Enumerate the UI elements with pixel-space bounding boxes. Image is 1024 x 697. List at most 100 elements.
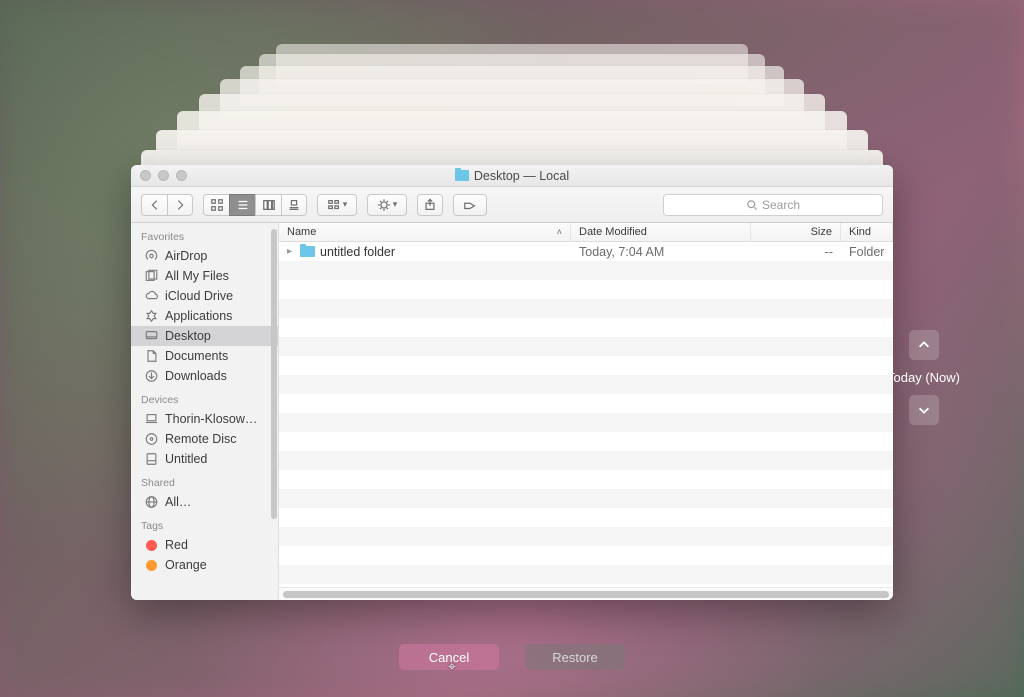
sidebar: Favorites AirDrop All My Files iCloud Drive… bbox=[131, 223, 279, 600]
sidebar-item-untitled[interactable]: Untitled bbox=[131, 449, 278, 469]
sidebar-item-downloads[interactable]: Downloads bbox=[131, 366, 278, 386]
sidebar-item-label: Documents bbox=[165, 349, 228, 363]
sidebar-item-red[interactable]: Red bbox=[131, 535, 278, 555]
sidebar-heading: Devices bbox=[131, 386, 278, 409]
sidebar-item-airdrop[interactable]: AirDrop bbox=[131, 246, 278, 266]
table-row bbox=[279, 261, 893, 280]
action-group: ▾ bbox=[367, 194, 407, 216]
arrange-group: ▾ bbox=[317, 194, 357, 216]
table-row bbox=[279, 318, 893, 337]
sidebar-item-icloud-drive[interactable]: iCloud Drive bbox=[131, 286, 278, 306]
sidebar-item-documents[interactable]: Documents bbox=[131, 346, 278, 366]
column-view-button[interactable] bbox=[255, 194, 281, 216]
table-row bbox=[279, 356, 893, 375]
sidebar-item-thorin-klosow-[interactable]: Thorin-Klosow… bbox=[131, 409, 278, 429]
coverflow-view-button[interactable] bbox=[281, 194, 307, 216]
file-size: -- bbox=[751, 245, 841, 259]
tags-button[interactable] bbox=[453, 194, 487, 216]
airdrop-icon bbox=[143, 249, 159, 263]
nav-buttons bbox=[141, 194, 193, 216]
col-kind[interactable]: Kind bbox=[841, 223, 893, 241]
sidebar-item-applications[interactable]: Applications bbox=[131, 306, 278, 326]
cloud-icon bbox=[143, 289, 159, 303]
restore-button[interactable]: Restore bbox=[525, 644, 625, 670]
documents-icon bbox=[143, 349, 159, 363]
disc-icon bbox=[143, 432, 159, 446]
file-name: untitled folder bbox=[320, 245, 395, 259]
table-row bbox=[279, 508, 893, 527]
window-title: Desktop — Local bbox=[474, 169, 569, 183]
table-row bbox=[279, 565, 893, 584]
file-kind: Folder bbox=[841, 245, 893, 259]
icon-view-button[interactable] bbox=[203, 194, 229, 216]
table-row bbox=[279, 280, 893, 299]
table-row bbox=[279, 432, 893, 451]
col-size[interactable]: Size bbox=[751, 223, 841, 241]
sidebar-item-label: Orange bbox=[165, 558, 207, 572]
bottom-buttons: Cancel Restore bbox=[0, 644, 1024, 670]
network-icon bbox=[143, 495, 159, 509]
search-icon bbox=[746, 199, 758, 211]
table-row bbox=[279, 299, 893, 318]
traffic-lights bbox=[140, 170, 187, 181]
list-view-button[interactable] bbox=[229, 194, 255, 216]
table-row bbox=[279, 489, 893, 508]
sidebar-item-label: Applications bbox=[165, 309, 232, 323]
minimize-button[interactable] bbox=[158, 170, 169, 181]
sidebar-item-label: iCloud Drive bbox=[165, 289, 233, 303]
forward-button[interactable] bbox=[167, 194, 193, 216]
table-row[interactable]: ▸ untitled folder Today, 7:04 AM--Folder bbox=[279, 242, 893, 261]
search-placeholder: Search bbox=[762, 198, 800, 212]
horizontal-scrollbar[interactable] bbox=[279, 587, 893, 600]
table-row bbox=[279, 413, 893, 432]
timeline-up-button[interactable] bbox=[909, 330, 939, 360]
sidebar-heading: Tags bbox=[131, 512, 278, 535]
allfiles-icon bbox=[143, 269, 159, 283]
file-date: Today, 7:04 AM bbox=[571, 245, 751, 259]
sidebar-item-label: All… bbox=[165, 495, 191, 509]
sidebar-item-desktop[interactable]: Desktop bbox=[131, 326, 278, 346]
sidebar-item-label: Untitled bbox=[165, 452, 207, 466]
zoom-button[interactable] bbox=[176, 170, 187, 181]
folder-icon bbox=[455, 170, 469, 181]
sidebar-heading: Favorites bbox=[131, 223, 278, 246]
sidebar-item-all-[interactable]: All… bbox=[131, 492, 278, 512]
disclosure-triangle-icon[interactable]: ▸ bbox=[287, 246, 295, 257]
laptop-icon bbox=[143, 412, 159, 426]
table-row bbox=[279, 451, 893, 470]
action-button[interactable]: ▾ bbox=[367, 194, 407, 216]
sidebar-item-remote-disc[interactable]: Remote Disc bbox=[131, 429, 278, 449]
table-row bbox=[279, 470, 893, 489]
timeline-controls: Today (Now) bbox=[887, 330, 960, 425]
titlebar[interactable]: Desktop — Local bbox=[131, 165, 893, 187]
sidebar-item-label: Desktop bbox=[165, 329, 211, 343]
cursor-icon: ⌖ bbox=[448, 658, 456, 675]
sidebar-heading: Shared bbox=[131, 469, 278, 492]
sidebar-item-all-my-files[interactable]: All My Files bbox=[131, 266, 278, 286]
back-button[interactable] bbox=[141, 194, 167, 216]
toolbar: ▾ ▾ Search bbox=[131, 187, 893, 223]
sidebar-item-orange[interactable]: Orange bbox=[131, 555, 278, 575]
sidebar-item-label: All My Files bbox=[165, 269, 229, 283]
sidebar-scrollbar[interactable] bbox=[271, 229, 277, 519]
view-buttons bbox=[203, 194, 307, 216]
sidebar-item-label: Downloads bbox=[165, 369, 227, 383]
disk-icon bbox=[143, 452, 159, 466]
search-field[interactable]: Search bbox=[663, 194, 883, 216]
timeline-down-button[interactable] bbox=[909, 395, 939, 425]
close-button[interactable] bbox=[140, 170, 151, 181]
table-row bbox=[279, 394, 893, 413]
share-button[interactable] bbox=[417, 194, 443, 216]
col-date[interactable]: Date Modified bbox=[571, 223, 751, 241]
arrange-button[interactable]: ▾ bbox=[317, 194, 357, 216]
finder-window: Desktop — Local ▾ ▾ Search Favo bbox=[131, 165, 893, 600]
table-row bbox=[279, 337, 893, 356]
table-row bbox=[279, 375, 893, 394]
tag-icon bbox=[143, 538, 159, 552]
column-headers: Name˄ Date Modified Size Kind bbox=[279, 223, 893, 242]
sidebar-item-label: Thorin-Klosow… bbox=[165, 412, 257, 426]
tag-icon bbox=[143, 558, 159, 572]
col-name[interactable]: Name˄ bbox=[279, 223, 571, 241]
sidebar-item-label: AirDrop bbox=[165, 249, 207, 263]
desktop-icon bbox=[143, 329, 159, 343]
